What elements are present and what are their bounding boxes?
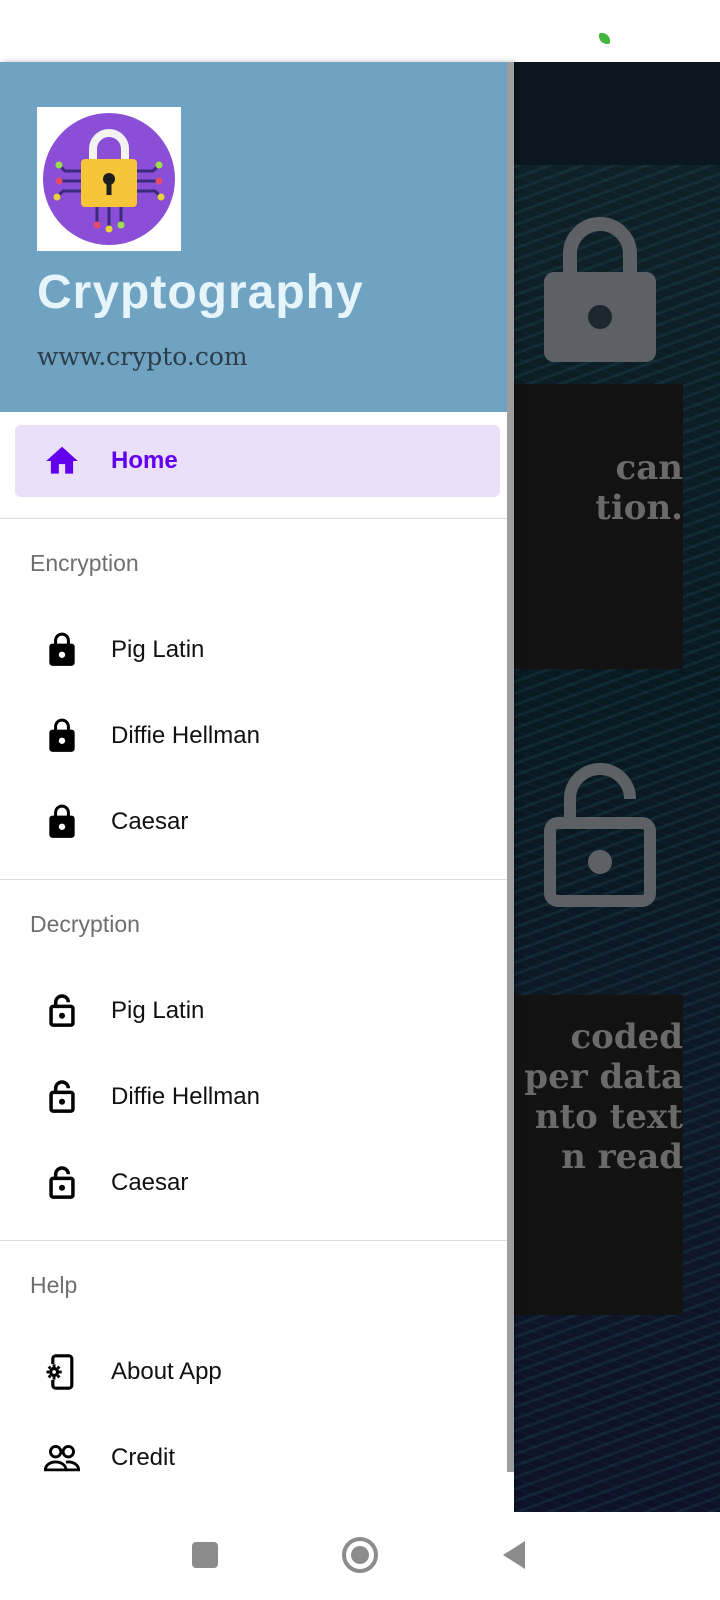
divider: [0, 879, 514, 880]
drawer-item-label: Diffie Hellman: [111, 1083, 260, 1110]
drawer-item-credit[interactable]: Credit: [15, 1422, 500, 1494]
drawer-item-label: About App: [111, 1358, 222, 1385]
section-title-help: Help: [30, 1272, 78, 1298]
drawer-item-label: Home: [111, 447, 178, 474]
phone-settings-icon: [43, 1353, 81, 1391]
drawer-item-encrypt-caesar[interactable]: Caesar: [15, 786, 500, 858]
drawer-item-label: Caesar: [111, 1169, 189, 1196]
lock-icon: [43, 631, 81, 669]
drawer-item-label: Caesar: [111, 808, 189, 835]
drawer-item-encrypt-pig-latin[interactable]: Pig Latin: [15, 614, 500, 686]
divider: [0, 518, 514, 519]
padlock-circuit-icon: [37, 107, 181, 251]
drawer-header: Cryptography www.crypto.com: [0, 62, 514, 412]
drawer-item-label: Diffie Hellman: [111, 722, 260, 749]
drawer-item-home[interactable]: Home: [15, 425, 500, 497]
navigation-drawer: Cryptography www.crypto.com Home Encrypt…: [0, 62, 514, 1512]
drawer-item-encrypt-diffie-hellman[interactable]: Diffie Hellman: [15, 700, 500, 772]
screen: can tion. coded per data nto text n read: [0, 0, 720, 1600]
drawer-item-label: Pig Latin: [111, 636, 205, 663]
drawer-scrollbar[interactable]: [507, 62, 514, 1472]
drawer-item-decrypt-caesar[interactable]: Caesar: [15, 1147, 500, 1219]
home-circle-icon[interactable]: [340, 1535, 380, 1575]
status-bar: [0, 0, 720, 62]
lock-icon: [43, 717, 81, 755]
lock-icon: [43, 803, 81, 841]
drawer-item-about-app[interactable]: About App: [15, 1336, 500, 1408]
drawer-item-label: Credit: [111, 1444, 176, 1471]
drawer-item-label: Pig Latin: [111, 997, 205, 1024]
app-title: Cryptography: [37, 266, 364, 319]
lock-open-icon: [43, 1164, 81, 1202]
notification-leaf-icon: [599, 33, 610, 44]
home-icon: [43, 442, 81, 480]
divider: [0, 1240, 514, 1241]
drawer-item-decrypt-pig-latin[interactable]: Pig Latin: [15, 975, 500, 1047]
lock-open-icon: [43, 1078, 81, 1116]
drawer-item-decrypt-diffie-hellman[interactable]: Diffie Hellman: [15, 1061, 500, 1133]
section-title-decryption: Decryption: [30, 911, 140, 937]
section-title-encryption: Encryption: [30, 550, 139, 576]
recents-icon[interactable]: [185, 1535, 225, 1575]
back-icon[interactable]: [495, 1535, 535, 1575]
system-navigation-bar: [0, 1512, 720, 1600]
people-icon: [43, 1439, 81, 1477]
app-website: www.crypto.com: [37, 342, 248, 371]
lock-open-icon: [43, 992, 81, 1030]
